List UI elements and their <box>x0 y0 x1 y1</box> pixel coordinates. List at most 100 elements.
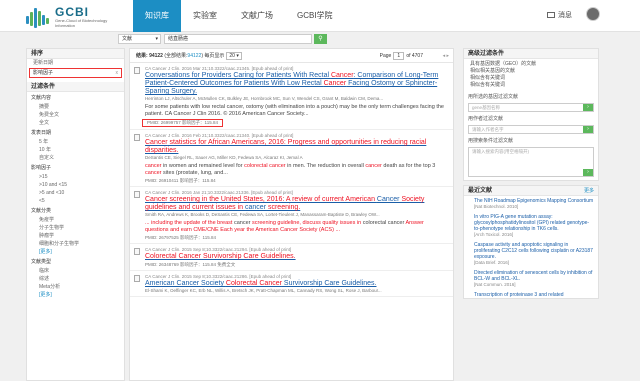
record-ids: PMID: 26797525 影响因子：115.84 <box>145 235 447 241</box>
filter-option[interactable]: 免费全文 <box>27 111 124 119</box>
filter-more-link[interactable]: [更多] <box>27 291 124 299</box>
filter-option[interactable]: >5 and <10 <box>27 189 124 197</box>
search-scope-select[interactable]: 文献 <box>118 34 161 44</box>
filter-link-related-genes[interactable]: 相似相关基因的文献 <box>464 68 598 75</box>
record-title[interactable]: Cancer statistics for African Americans,… <box>145 139 447 155</box>
pmid-if-group: PMID: 26348769 影响因子：115.84 <box>145 262 216 267</box>
recent-more-link[interactable]: 更多 <box>584 186 594 196</box>
record-authors: Herrinton LJ, Altschuler A, McMullen CK,… <box>145 96 384 101</box>
recent-heading: 最近文献 <box>468 188 493 194</box>
filter-option[interactable]: 全文 <box>27 119 124 127</box>
free-fulltext-link[interactable]: 免费全文 <box>217 262 235 267</box>
logo-mark-icon <box>26 8 52 28</box>
document-icon <box>134 134 140 141</box>
page-label: Page <box>379 53 392 59</box>
clear-sort-icon[interactable]: x <box>116 69 119 77</box>
nav-tab-literature-square[interactable]: 文献广场 <box>229 0 285 32</box>
record-title[interactable]: Cancer screening in the United States, 2… <box>145 196 447 212</box>
results-list: CA Cancer J Clin. 2016 Mar 21;10.3322/ca… <box>130 63 453 297</box>
gcbi-logo[interactable]: GCBI Gene-Cloud of Biotechnology Informa… <box>26 4 116 30</box>
record-title[interactable]: Colorectal Cancer Survivorship Care Guid… <box>145 253 447 261</box>
page-input[interactable]: 1 <box>393 52 405 60</box>
nav-tab-knowledge-base[interactable]: 知识库 <box>133 0 181 32</box>
avatar[interactable] <box>586 7 600 21</box>
recent-literature-box: 最近文献 更多 The NIH Roadmap Epigenomics Mappi… <box>463 185 599 299</box>
gene-filter-placeholder: gene基因名称 <box>472 105 501 110</box>
keyword-filter-submit[interactable]: › <box>583 169 593 176</box>
record-title[interactable]: Conversations for Providers Caring for P… <box>145 72 447 96</box>
per-page-value: 20 <box>229 53 235 59</box>
brand-title: GCBI <box>55 5 89 19</box>
filter-option[interactable]: 肿瘤学 <box>27 232 124 240</box>
search-input[interactable]: 结直肠癌 <box>164 34 312 44</box>
record-ids: PMID: 26910411 影响因子：115.84 <box>145 178 447 184</box>
pmid[interactable]: PMID: 26797525 <box>145 235 179 240</box>
pmid[interactable]: PMID: 26999757 <box>147 120 181 125</box>
keyword-filter-textarea[interactable]: 请输入搜索内容(用空格隔开) › <box>468 147 594 177</box>
filter-group-title: 发表日期 <box>31 130 52 136</box>
record-title[interactable]: American Cancer Society Colorectal Cance… <box>145 280 447 288</box>
filter-option[interactable]: 5 年 <box>27 138 124 146</box>
result-record: CA Cancer J Clin. 2016 Feb 21;10.3322/ca… <box>130 130 453 187</box>
title-fragment: Colorectal Cancer <box>145 253 202 260</box>
filter-option[interactable]: >10 and <15 <box>27 181 124 189</box>
highlight-term: statistics for African Americans, 2016: … <box>145 139 427 154</box>
filter-option[interactable]: 摘要 <box>27 103 124 111</box>
recent-item-title[interactable]: Directed elimination of senescent cells … <box>464 268 598 282</box>
filter-option[interactable]: 综述 <box>27 275 124 283</box>
impact-factor: 影响因子：115.84 <box>180 262 216 267</box>
abstract-fragment: cancer <box>145 163 162 169</box>
recent-item-title[interactable]: In vitro PIG-A gene mutation assay: glyc… <box>464 212 598 232</box>
nav-tab-lab[interactable]: 实验室 <box>181 0 229 32</box>
filter-more-link[interactable]: [更多] <box>27 248 124 256</box>
search-button[interactable]: ⚲ <box>314 34 327 44</box>
recent-item-title[interactable]: Caspase activity and apoptotic signaling… <box>464 240 598 260</box>
record-authors: Smith RA, Andrews K, Brooks D, DeSantis … <box>145 212 380 217</box>
impact-factor: 影响因子：115.84 <box>179 178 216 183</box>
all-results-count[interactable]: 94122 <box>187 53 201 59</box>
filter-option[interactable]: >15 <box>27 173 124 181</box>
gene-filter-label: 用所选的基因过滤文献 <box>468 94 519 100</box>
filter-groups: 文献内容 摘要 免费全文 全文 发表日期 5 年 10 年自定义 影响因子 >15 >10 and… <box>27 94 124 299</box>
recent-item-title[interactable]: Transcription of proteinase 3 and relate… <box>464 290 598 298</box>
page-arrows[interactable]: ◂ ▸ <box>443 49 449 63</box>
page-total: of 4707 <box>406 53 423 59</box>
filter-option[interactable]: <5 <box>27 197 124 205</box>
gene-filter-input[interactable]: gene基因名称 › <box>468 103 594 112</box>
filter-option[interactable]: 分子生物学 <box>27 224 124 232</box>
filter-option[interactable]: 免疫学 <box>27 216 124 224</box>
filter-heading: 过滤条件 <box>27 82 124 92</box>
pmid[interactable]: PMID: 26910411 <box>145 178 178 183</box>
result-record: CA Cancer J Clin. 2015 Sep 8;10.3322/caa… <box>130 271 453 297</box>
filter-link-keywords-2[interactable]: 相似含有关键词 <box>464 82 598 89</box>
title-fragment: Cancer <box>145 196 168 203</box>
messages-link[interactable]: 消息 <box>547 10 572 20</box>
abstract-fragment: screening guideline, discuss quality iss… <box>250 220 363 226</box>
filter-link-keywords[interactable]: 相似含有关键词 <box>464 75 598 82</box>
highlight-term: screening in the United States, 2016: A … <box>167 196 377 203</box>
filter-option[interactable]: 临床 <box>27 267 124 275</box>
filter-link-geo[interactable]: 具有基因数据（GEO）的文献 <box>464 61 598 68</box>
search-icon: ⚲ <box>318 36 323 42</box>
record-abstract: ... including the update of the breast c… <box>145 220 447 234</box>
author-filter-input[interactable]: 请输入作者名字 › <box>468 125 594 134</box>
filter-option[interactable]: 细胞和分子生物学 <box>27 240 124 248</box>
recent-item-title[interactable]: The NIH Roadmap Epigenomics Mapping Cons… <box>464 196 598 204</box>
filter-option[interactable]: 自定义 <box>27 154 124 162</box>
gene-filter-submit[interactable]: › <box>583 104 593 111</box>
recent-list: The NIH Roadmap Epigenomics Mapping Cons… <box>464 196 598 298</box>
filter-option[interactable]: 10 年 <box>27 146 124 154</box>
nav-tab-gcbi-academy[interactable]: GCBI学院 <box>285 0 345 32</box>
author-filter-submit[interactable]: › <box>583 126 593 133</box>
title-fragment: cancer <box>245 204 267 211</box>
per-page-select[interactable]: 20 ▾ <box>226 52 242 60</box>
top-navigation-bar: GCBI Gene-Cloud of Biotechnology Informa… <box>0 0 640 32</box>
all-results-label: (全部结果: <box>164 53 188 59</box>
sort-option-impact-factor[interactable]: 影响因子 x <box>29 68 122 78</box>
result-record: CA Cancer J Clin. 2015 Sep 8;10.3322/caa… <box>130 244 453 271</box>
pmid[interactable]: PMID: 26348769 <box>145 262 179 267</box>
sort-option-update-date[interactable]: 更新日期 <box>27 59 124 67</box>
record-authors: El-Shami K, Oeffinger KC, Erb NL, Willis… <box>145 288 382 293</box>
filter-option[interactable]: Meta分析 <box>27 283 124 291</box>
sort-heading: 排序 <box>27 49 124 59</box>
